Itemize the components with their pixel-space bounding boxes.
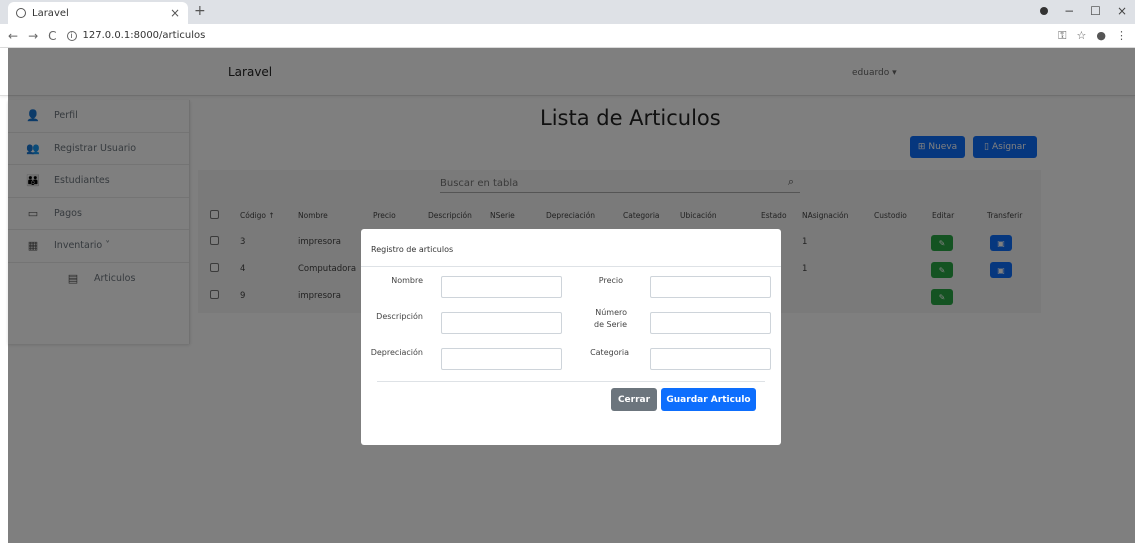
precio-input[interactable] <box>650 276 771 298</box>
close-window-button[interactable]: × <box>1117 4 1127 18</box>
url-field[interactable]: i 127.0.0.1:8000/articulos <box>66 30 206 41</box>
browser-tab[interactable]: Laravel × <box>8 2 188 24</box>
numero-serie-label: Número de Serie <box>594 308 627 329</box>
star-icon[interactable]: ☆ <box>1077 29 1087 43</box>
article-registration-modal: Registro de articulos Nombre Precio Desc… <box>361 229 781 445</box>
modal-title: Registro de articulos <box>371 245 454 254</box>
nombre-input[interactable] <box>441 276 562 298</box>
record-icon <box>1040 7 1049 15</box>
numero-serie-input[interactable] <box>650 312 771 334</box>
forward-button[interactable]: → <box>28 29 38 43</box>
window-controls: − ☐ × <box>1040 4 1127 18</box>
nombre-label: Nombre <box>391 276 423 285</box>
back-button[interactable]: ← <box>8 29 18 43</box>
info-icon[interactable]: i <box>66 30 77 41</box>
reload-button[interactable]: C <box>48 29 56 43</box>
globe-icon <box>16 8 26 18</box>
descripcion-label: Descripción <box>376 312 423 321</box>
url-text: 127.0.0.1:8000/articulos <box>82 30 206 41</box>
modal-footer-divider <box>377 381 765 382</box>
categoria-label: Categoria <box>590 348 629 357</box>
tab-title: Laravel <box>32 7 69 19</box>
app: Laravel eduardo ▾ 👤 Perfil 👥 Registrar U… <box>0 48 1135 543</box>
browser-tab-bar: Laravel × + − ☐ × <box>0 0 1135 24</box>
tab-close-button[interactable]: × <box>170 6 180 20</box>
descripcion-input[interactable] <box>441 312 562 334</box>
maximize-button[interactable]: ☐ <box>1090 4 1101 18</box>
profile-icon[interactable]: ● <box>1096 29 1106 43</box>
address-bar: ← → C i 127.0.0.1:8000/articulos ⚿ ☆ ● ⋮ <box>0 24 1135 48</box>
minimize-button[interactable]: − <box>1064 4 1074 18</box>
close-button[interactable]: Cerrar <box>611 388 657 411</box>
save-article-button[interactable]: Guardar Articulo <box>661 388 756 411</box>
menu-icon[interactable]: ⋮ <box>1116 29 1127 43</box>
new-tab-button[interactable]: + <box>194 3 206 19</box>
address-bar-actions: ⚿ ☆ ● ⋮ <box>1058 29 1127 43</box>
precio-label: Precio <box>598 276 623 285</box>
depreciacion-input[interactable] <box>441 348 562 370</box>
key-icon[interactable]: ⚿ <box>1058 29 1066 43</box>
modal-header-divider <box>361 266 781 267</box>
categoria-input[interactable] <box>650 348 771 370</box>
depreciacion-label: Depreciación <box>370 348 423 357</box>
